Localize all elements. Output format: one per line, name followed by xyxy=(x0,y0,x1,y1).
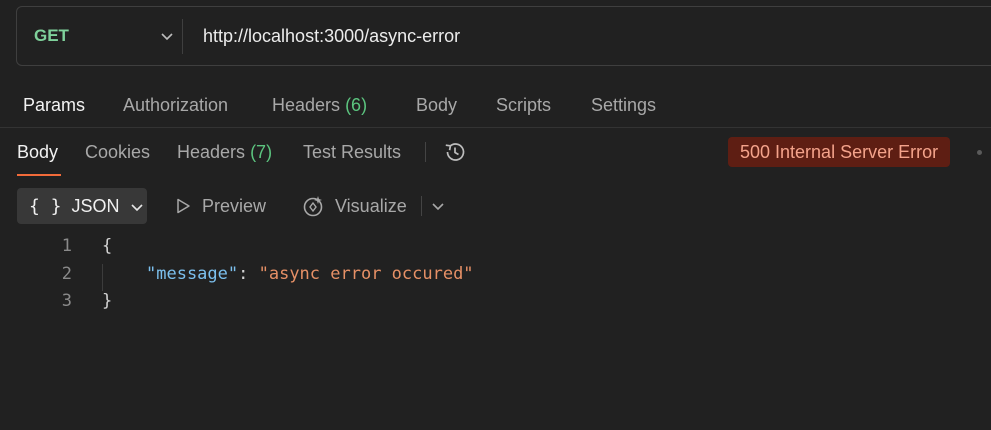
url-input[interactable]: http://localhost:3000/async-error xyxy=(203,7,460,65)
response-tabs-separator xyxy=(425,142,426,162)
visualize-icon xyxy=(303,196,323,217)
response-tab-test-results[interactable]: Test Results xyxy=(303,142,401,163)
response-tabs: Body Cookies Headers (7) Test Results 50… xyxy=(0,136,991,176)
visualize-label: Visualize xyxy=(335,195,407,216)
response-headers-count: (7) xyxy=(250,142,273,162)
code-line: 1 { xyxy=(0,236,991,263)
more-dot[interactable] xyxy=(977,150,982,155)
request-url-bar: GET http://localhost:3000/async-error xyxy=(16,6,991,66)
line-number: 3 xyxy=(61,291,72,311)
tab-authorization[interactable]: Authorization xyxy=(123,95,228,116)
json-key: "message" xyxy=(146,264,239,284)
tab-headers-count: (6) xyxy=(345,95,368,115)
method-selector[interactable]: GET xyxy=(34,7,184,65)
preview-label: Preview xyxy=(202,195,267,216)
url-divider xyxy=(182,19,183,54)
code-text: "message": "async error occured" xyxy=(146,264,474,284)
history-icon[interactable] xyxy=(442,139,468,165)
tab-params[interactable]: Params xyxy=(23,95,85,116)
response-tab-headers[interactable]: Headers (7) xyxy=(177,142,272,163)
code-text: } xyxy=(102,291,113,311)
code-line: 2 "message": "async error occured" xyxy=(0,264,991,291)
active-tab-underline xyxy=(17,174,61,176)
chevron-down-icon xyxy=(161,33,173,41)
visualize-button[interactable]: Visualize xyxy=(301,188,407,224)
json-colon: : xyxy=(238,264,259,284)
indent-guide xyxy=(102,264,103,291)
tab-settings[interactable]: Settings xyxy=(591,95,656,116)
request-tabs: Params Authorization Headers (6) Body Sc… xyxy=(0,90,991,122)
braces-icon: { } xyxy=(29,195,62,217)
tab-scripts[interactable]: Scripts xyxy=(496,95,551,116)
tab-headers[interactable]: Headers (6) xyxy=(272,95,367,116)
code-line: 3 } xyxy=(0,291,991,318)
line-number: 1 xyxy=(61,236,72,256)
status-badge[interactable]: 500 Internal Server Error xyxy=(728,137,951,167)
chevron-down-icon xyxy=(130,204,143,212)
json-string-value: "async error occured" xyxy=(258,264,474,284)
line-number: 2 xyxy=(61,264,72,284)
response-tab-cookies[interactable]: Cookies xyxy=(85,142,150,163)
preview-button[interactable]: Preview xyxy=(174,188,266,224)
method-label: GET xyxy=(34,26,69,45)
format-bar: { } JSON Preview Visualize xyxy=(0,188,991,224)
tab-headers-label: Headers xyxy=(272,95,341,115)
chevron-down-icon[interactable] xyxy=(431,199,445,213)
format-json-label: JSON xyxy=(71,195,120,216)
response-tab-body[interactable]: Body xyxy=(17,142,58,163)
tab-body[interactable]: Body xyxy=(416,95,457,116)
response-headers-label: Headers xyxy=(177,142,246,162)
code-text: { xyxy=(102,236,113,256)
visualize-separator xyxy=(421,196,422,216)
tabs-divider xyxy=(0,127,991,128)
format-json-dropdown[interactable]: { } JSON xyxy=(17,188,147,224)
play-icon xyxy=(177,198,190,214)
